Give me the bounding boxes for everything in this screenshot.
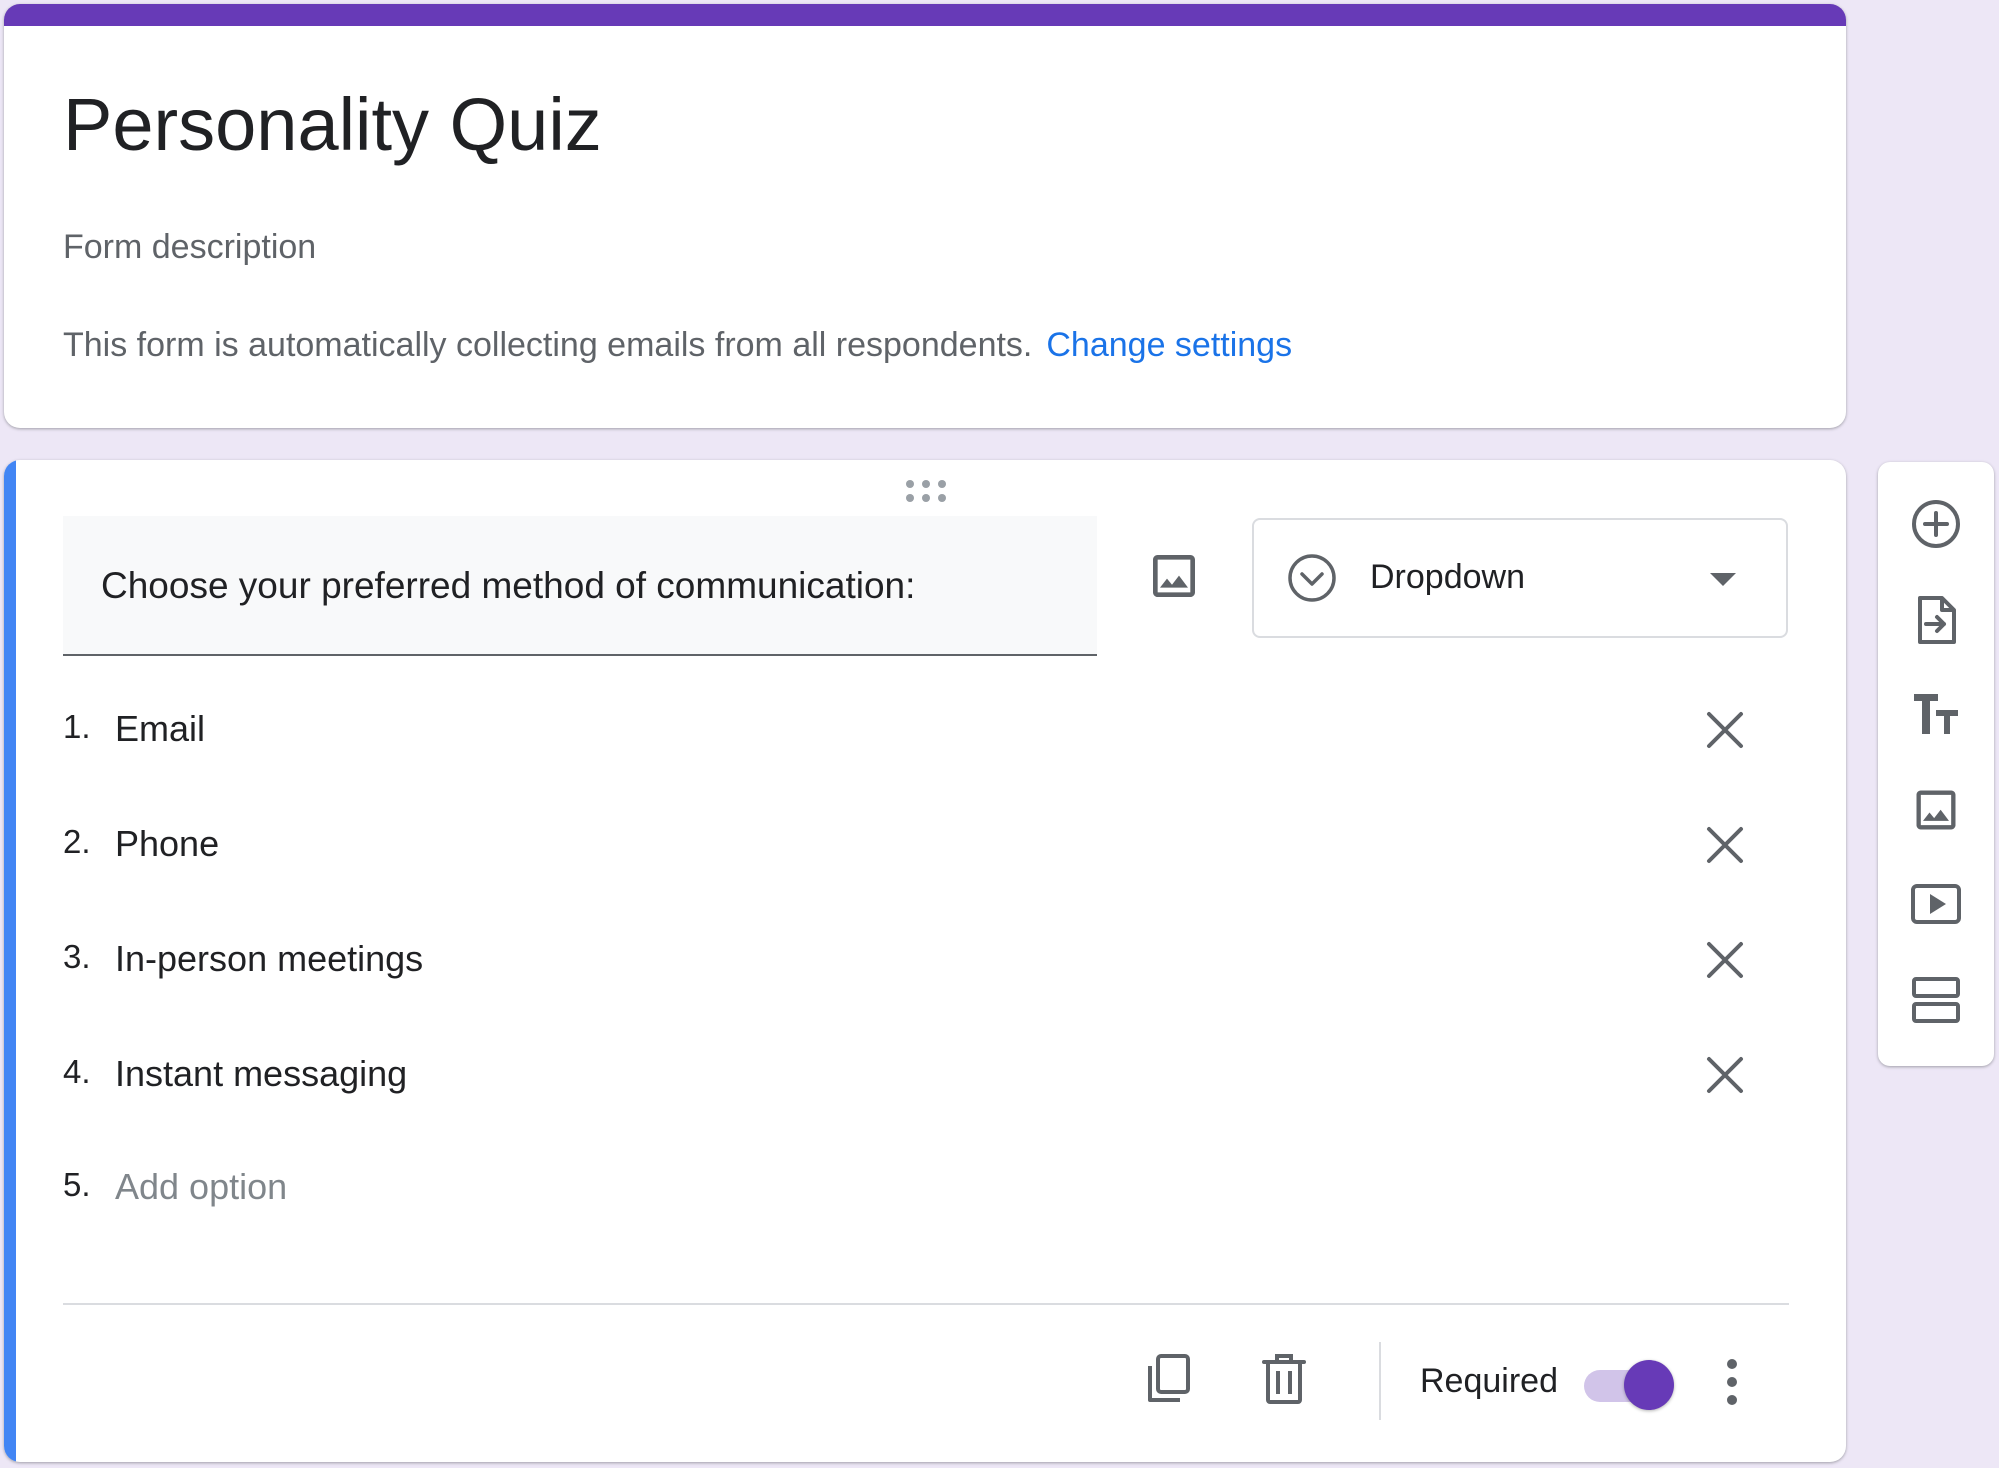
image-icon <box>1153 555 1195 597</box>
theme-color-bar <box>4 4 1846 26</box>
add-image-tool-button[interactable] <box>1910 784 1962 836</box>
option-row[interactable]: 2. Phone <box>63 815 1763 875</box>
active-question-indicator <box>4 460 16 1462</box>
remove-option-button[interactable] <box>1701 936 1749 984</box>
remove-option-button[interactable] <box>1701 1051 1749 1099</box>
close-icon <box>1707 827 1743 863</box>
drag-handle-icon[interactable] <box>900 476 952 506</box>
text-fields-icon <box>1914 694 1958 734</box>
video-icon <box>1911 884 1961 924</box>
option-number: 3. <box>63 938 91 975</box>
question-type-label: Dropdown <box>1370 558 1525 596</box>
required-label: Required <box>1420 1362 1558 1400</box>
required-toggle[interactable] <box>1584 1360 1674 1410</box>
more-vert-icon <box>1727 1359 1737 1405</box>
email-notice-text: This form is automatically collecting em… <box>63 326 1033 364</box>
add-image-button[interactable] <box>1146 548 1202 604</box>
add-circle-icon <box>1912 500 1960 548</box>
question-title-input[interactable]: Choose your preferred method of communic… <box>63 516 1097 656</box>
footer-divider <box>63 1303 1789 1305</box>
option-number: 4. <box>63 1053 91 1090</box>
option-label-input[interactable]: Email <box>115 708 205 750</box>
add-option-row[interactable]: 5. Add option <box>63 1158 1763 1218</box>
more-options-button[interactable] <box>1714 1356 1750 1408</box>
remove-option-button[interactable] <box>1701 706 1749 754</box>
import-questions-button[interactable] <box>1910 594 1962 646</box>
option-number: 1. <box>63 708 91 745</box>
toggle-knob <box>1624 1360 1674 1410</box>
option-number: 2. <box>63 823 91 860</box>
option-label-input[interactable]: Instant messaging <box>115 1053 407 1095</box>
close-icon <box>1707 1057 1743 1093</box>
option-label-input[interactable]: Phone <box>115 823 219 865</box>
footer-vertical-divider <box>1379 1342 1381 1420</box>
add-title-button[interactable] <box>1910 688 1962 740</box>
remove-option-button[interactable] <box>1701 821 1749 869</box>
close-icon <box>1707 942 1743 978</box>
close-icon <box>1707 712 1743 748</box>
copy-icon <box>1148 1354 1190 1402</box>
dropdown-circle-icon <box>1286 552 1338 604</box>
add-option-input[interactable]: Add option <box>115 1166 287 1208</box>
duplicate-question-button[interactable] <box>1144 1352 1194 1406</box>
add-section-button[interactable] <box>1910 974 1962 1026</box>
form-title[interactable]: Personality Quiz <box>63 84 602 166</box>
change-settings-link[interactable]: Change settings <box>1046 326 1292 364</box>
section-icon <box>1912 977 1960 1023</box>
option-number: 5. <box>63 1166 91 1203</box>
add-video-button[interactable] <box>1910 878 1962 930</box>
option-label-input[interactable]: In-person meetings <box>115 938 423 980</box>
form-description-field[interactable]: Form description <box>63 228 316 267</box>
option-row[interactable]: 4. Instant messaging <box>63 1045 1763 1105</box>
question-type-select[interactable]: Dropdown <box>1252 518 1788 638</box>
trash-icon <box>1262 1354 1306 1404</box>
option-row[interactable]: 1. Email <box>63 700 1763 760</box>
import-icon <box>1918 596 1956 644</box>
email-collection-notice: This form is automatically collecting em… <box>63 326 1292 365</box>
chevron-down-icon <box>1710 573 1736 586</box>
add-question-button[interactable] <box>1910 498 1962 550</box>
image-icon <box>1916 790 1956 830</box>
option-row[interactable]: 3. In-person meetings <box>63 930 1763 990</box>
floating-toolbar <box>1878 462 1994 1066</box>
delete-question-button[interactable] <box>1262 1352 1306 1406</box>
